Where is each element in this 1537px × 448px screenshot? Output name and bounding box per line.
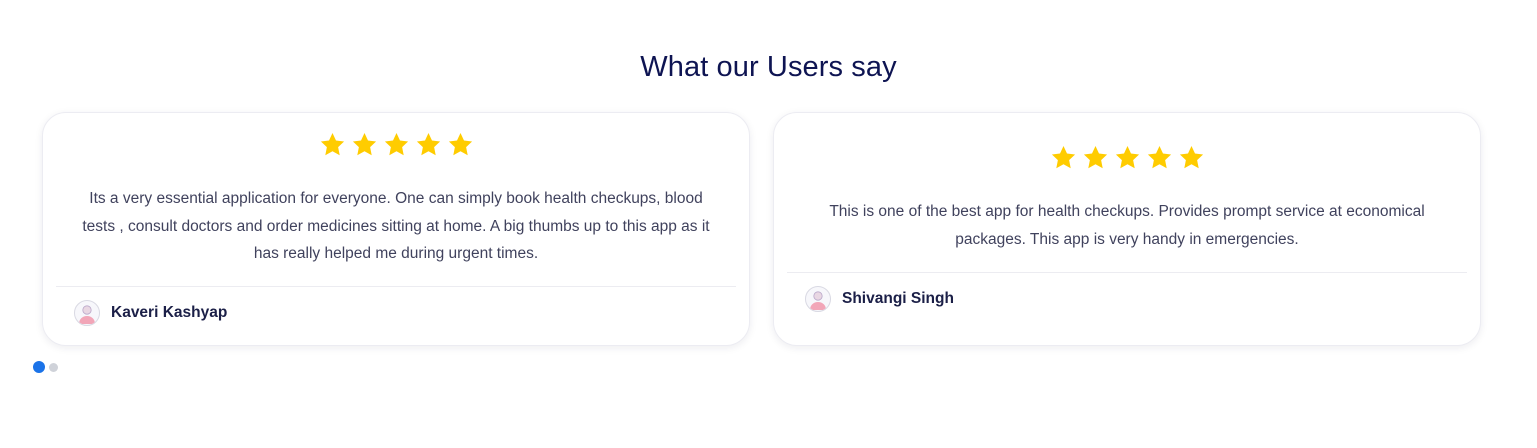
- star-icon: [415, 131, 442, 158]
- star-icon: [383, 131, 410, 158]
- star-rating: [43, 131, 749, 158]
- user-avatar-icon: [805, 286, 831, 312]
- carousel-dot-1[interactable]: [33, 361, 45, 373]
- star-icon: [351, 131, 378, 158]
- star-icon: [1050, 144, 1077, 171]
- testimonial-card: Its a very essential application for eve…: [42, 112, 750, 346]
- carousel-dot-2[interactable]: [49, 362, 58, 372]
- review-author: Kaveri Kashyap: [74, 300, 227, 326]
- author-name: Shivangi Singh: [842, 290, 954, 307]
- divider: [787, 272, 1467, 273]
- carousel-pagination: [33, 361, 58, 373]
- star-icon: [447, 131, 474, 158]
- star-icon: [1114, 144, 1141, 171]
- section-title: What our Users say: [640, 51, 897, 83]
- review-text: This is one of the best app for health c…: [829, 203, 1425, 248]
- star-rating: [774, 144, 1480, 171]
- divider: [56, 286, 736, 287]
- star-icon: [1178, 144, 1205, 171]
- testimonial-card: This is one of the best app for health c…: [773, 112, 1481, 346]
- testimonials-section: What our Users say Its a very essential …: [0, 0, 1537, 448]
- star-icon: [319, 131, 346, 158]
- author-name: Kaveri Kashyap: [111, 304, 228, 321]
- star-icon: [1146, 144, 1173, 171]
- review-author: Shivangi Singh: [805, 286, 954, 312]
- review-text: Its a very essential application for eve…: [82, 190, 710, 262]
- star-icon: [1082, 144, 1109, 171]
- user-avatar-icon: [74, 300, 100, 326]
